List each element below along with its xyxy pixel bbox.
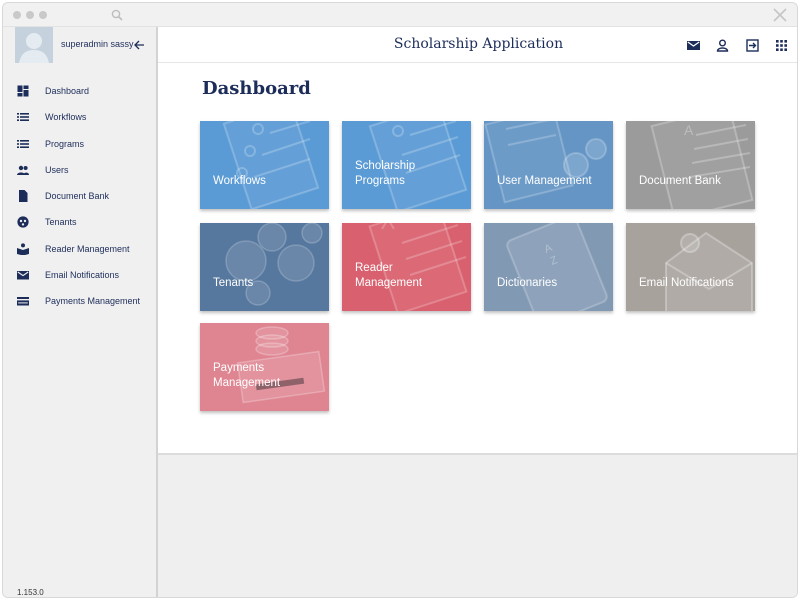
- tile-label: Workflows: [213, 175, 266, 187]
- apps-grid-icon[interactable]: [775, 39, 788, 52]
- sidebar-item-document-bank[interactable]: Document Bank: [3, 184, 156, 210]
- user-profile: superadmin sassy: [3, 27, 156, 65]
- envelope-notification-icon: [665, 231, 753, 311]
- people-icon: [17, 165, 29, 175]
- sidebar-item-reader-management[interactable]: Reader Management: [3, 237, 156, 263]
- sidebar-item-workflows[interactable]: Workflows: [3, 105, 156, 131]
- top-header: Scholarship Application: [158, 27, 797, 63]
- sidebar-item-label: Dashboard: [45, 86, 90, 96]
- document-stack-icon: A: [650, 121, 754, 209]
- tile-reader-management[interactable]: Reader Management: [342, 223, 471, 311]
- sidebar-item-users[interactable]: Users: [3, 158, 156, 184]
- tile-email-notifications[interactable]: Email Notifications: [626, 223, 755, 311]
- avatar[interactable]: [15, 27, 53, 63]
- sidebar-item-label: Workflows: [45, 112, 87, 123]
- logout-icon[interactable]: [746, 39, 759, 52]
- sidebar-item-label: Tenants: [45, 217, 77, 228]
- collapse-sidebar-arrow-icon[interactable]: [133, 39, 145, 51]
- dictionary-book-icon: A Z: [506, 223, 608, 311]
- tile-label: Tenants: [213, 277, 254, 289]
- dashboard-icon: [17, 85, 29, 97]
- sidebar-item-label: Users: [45, 164, 69, 175]
- sidebar-item-label: Payments Management: [45, 296, 141, 307]
- tile-payments-management[interactable]: Payments Management: [200, 323, 329, 411]
- tile-dictionaries[interactable]: A Z Dictionaries: [484, 223, 613, 311]
- tile-scholarship-programs[interactable]: Scholarship Programs: [342, 121, 471, 209]
- mail-icon: [17, 271, 29, 280]
- reader-icon: [17, 243, 29, 255]
- tile-label: Scholarship Programs: [355, 160, 416, 187]
- window-titlebar: [3, 3, 797, 27]
- sidebar-item-dashboard[interactable]: Dashboard: [3, 79, 156, 105]
- app-version: 1.153.0: [17, 588, 44, 597]
- list-icon: [17, 113, 29, 122]
- tile-workflows[interactable]: Workflows: [200, 121, 329, 209]
- mail-icon[interactable]: [687, 39, 700, 52]
- browser-window: superadmin sassy Dashboard Workflows Pro…: [2, 2, 798, 598]
- tile-label: Dictionaries: [497, 277, 558, 289]
- sidebar-item-tenants[interactable]: Tenants: [3, 210, 156, 236]
- tile-label: Payments Management: [213, 362, 281, 389]
- tile-label: Email Notifications: [639, 277, 734, 289]
- content-footer-area: [158, 453, 797, 597]
- sidebar-item-label: Document Bank: [45, 191, 110, 202]
- username: superadmin sassy: [61, 39, 134, 49]
- sidebar-item-label: Email Notifications: [45, 270, 120, 281]
- user-icon[interactable]: [716, 39, 729, 52]
- page-title: Dashboard: [202, 78, 311, 99]
- svg-text:A: A: [684, 122, 694, 138]
- window-minimize-dot[interactable]: [26, 11, 34, 19]
- tile-label: Document Bank: [639, 175, 721, 187]
- user-management-icon: [484, 121, 607, 204]
- sidebar-item-label: Reader Management: [45, 243, 130, 254]
- list-icon: [17, 139, 29, 148]
- sidebar-nav: Dashboard Workflows Programs Users Docum…: [3, 79, 156, 316]
- tenants-icon: [17, 216, 29, 229]
- window-maximize-dot[interactable]: [39, 11, 47, 19]
- sidebar-item-programs[interactable]: Programs: [3, 132, 156, 158]
- tenants-bubbles-icon: [225, 223, 323, 306]
- document-icon: [19, 190, 28, 203]
- main-content: Dashboard Workflows Scholarship Programs…: [158, 63, 797, 453]
- sidebar-item-payments-management[interactable]: Payments Management: [3, 289, 156, 315]
- tile-document-bank[interactable]: A Document Bank: [626, 121, 755, 209]
- tile-tenants[interactable]: Tenants: [200, 223, 329, 311]
- close-icon[interactable]: [773, 8, 787, 22]
- tile-user-management[interactable]: User Management: [484, 121, 613, 209]
- payment-card-icon: [17, 297, 29, 306]
- search-icon[interactable]: [111, 9, 123, 21]
- tile-label: Reader Management: [355, 262, 423, 289]
- app-title: Scholarship Application: [393, 36, 564, 52]
- window-close-dot[interactable]: [13, 11, 21, 19]
- sidebar: superadmin sassy Dashboard Workflows Pro…: [3, 27, 158, 597]
- sidebar-item-label: Programs: [45, 138, 85, 149]
- user-silhouette-icon: [15, 27, 53, 63]
- workflow-checklist-icon: [222, 121, 320, 209]
- tile-label: User Management: [497, 175, 592, 187]
- sidebar-item-email-notifications[interactable]: Email Notifications: [3, 263, 156, 289]
